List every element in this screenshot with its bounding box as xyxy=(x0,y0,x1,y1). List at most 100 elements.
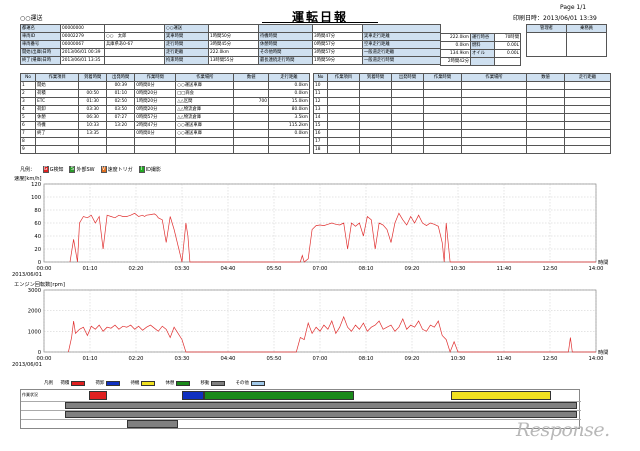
work-cell xyxy=(267,145,311,154)
x-tick-label: 12:50 xyxy=(543,356,558,362)
info-label: 走行距離 xyxy=(164,48,209,57)
work-cell: △△物流倉庫 xyxy=(175,105,235,114)
work-cell xyxy=(359,121,392,130)
info-value xyxy=(104,56,165,65)
info-label: 休憩時間 xyxy=(258,40,313,49)
info-label: 開始(出庫)日時 xyxy=(20,48,61,57)
work-cell: 終了 xyxy=(35,129,80,138)
work-row: 12 xyxy=(313,97,611,106)
work-cell: 待機 xyxy=(35,121,80,130)
work-cell: 0.0km xyxy=(267,89,311,98)
work-cell xyxy=(423,81,462,90)
activity-legend-item-label: 移動 xyxy=(200,381,210,386)
x-tick-label: 09:20 xyxy=(405,356,420,362)
work-cell xyxy=(391,129,424,138)
work-cell xyxy=(391,145,424,154)
work-cell: 02:50 xyxy=(106,97,136,106)
work-cell xyxy=(526,137,565,146)
work-cell: 03:30 xyxy=(78,105,108,114)
x-tick-label: 09:20 xyxy=(405,266,420,272)
activity-legend-swatch-icon xyxy=(250,380,265,386)
x-tick-label: 03:30 xyxy=(175,266,190,272)
summary-label: オイル xyxy=(470,49,495,58)
work-header-cell: No xyxy=(313,73,328,82)
x-tick-label: 08:10 xyxy=(359,266,374,272)
work-cell: 3.5km xyxy=(267,113,311,122)
work-cell xyxy=(327,97,360,106)
work-cell: 00:50 xyxy=(78,89,108,98)
work-cell xyxy=(526,113,565,122)
work-cell: 06:30 xyxy=(78,113,108,122)
work-cell xyxy=(78,145,108,154)
work-cell xyxy=(233,81,269,90)
work-cell: 11 xyxy=(313,89,328,98)
info-row: 終了(帰庫)日時 2013/06/01 13:35 拘束時間 13時間55分 最長連続走… xyxy=(20,56,441,65)
work-cell: 15 xyxy=(313,121,328,130)
activity-legend-item-label: 荷卸 xyxy=(95,381,105,386)
info-value: 兵庫県あ0-67 xyxy=(104,40,165,49)
summary-value xyxy=(494,57,521,66)
legend-swatch-icon: V xyxy=(100,166,107,173)
info-value: ○○ 太郎 xyxy=(104,32,165,41)
work-cell: 01:30 xyxy=(78,97,108,106)
y-tick-label: 120 xyxy=(31,182,41,188)
legend-item-label: 外部SW xyxy=(76,167,95,173)
work-cell xyxy=(526,105,565,114)
work-cell xyxy=(461,145,527,154)
work-cell: 休憩 xyxy=(35,113,80,122)
activity-legend-item-label: その他 xyxy=(235,381,249,386)
work-header-cell: 作業場所 xyxy=(461,73,527,82)
work-cell xyxy=(564,137,611,146)
work-cell xyxy=(461,97,527,106)
work-cell xyxy=(461,137,527,146)
work-cell: 115.2km xyxy=(267,121,311,130)
work-cell xyxy=(526,89,565,98)
work-cell xyxy=(423,145,462,154)
activity-legend-swatch-icon xyxy=(141,380,156,386)
work-cell xyxy=(359,97,392,106)
work-cell: 10 xyxy=(313,81,328,90)
work-cell xyxy=(423,129,462,138)
work-cell xyxy=(391,113,424,122)
work-cell xyxy=(391,97,424,106)
info-value: 0時間57分 xyxy=(312,40,363,49)
work-cell: 5 xyxy=(19,113,37,122)
work-cell: 1時間20分 xyxy=(134,97,177,106)
info-label: 拘束時間 xyxy=(164,56,209,65)
info-label: 一般道走行距離 xyxy=(362,48,441,57)
summary-row: 0.0km 燃料 0.00L xyxy=(440,41,521,50)
work-cell xyxy=(359,113,392,122)
work-cell xyxy=(327,105,360,114)
x-tick-label: 02:20 xyxy=(129,266,144,272)
approval-box: 管理者 乗務員 xyxy=(526,24,607,57)
work-cell xyxy=(526,81,565,90)
work-cell xyxy=(564,89,611,98)
legend-item-label: 速度トリガ xyxy=(107,167,133,173)
work-header-cell: 到着時間 xyxy=(359,73,392,82)
timeline-row-label: 作業状況 xyxy=(22,392,38,397)
work-cell xyxy=(359,129,392,138)
work-cell xyxy=(564,145,611,154)
x-tick-label: 07:00 xyxy=(313,266,328,272)
work-cell xyxy=(461,89,527,98)
y-tick-label: 3000 xyxy=(28,288,41,294)
work-cell: △△区間 xyxy=(175,97,235,106)
work-cell xyxy=(233,105,269,114)
vehicle-summary-table: 222.0km 運行時谷 70時間 0.0km 燃料 0.00L 134.9km オイル 0.0… xyxy=(440,33,521,66)
work-cell xyxy=(359,89,392,98)
activity-legend-swatch-icon xyxy=(211,380,226,386)
work-cell: 8 xyxy=(19,137,37,146)
timeline-bar xyxy=(450,391,552,400)
info-row: 車両番号 00000067 兵庫県あ0-67 走行時間 3時間45分 休憩時間 0時間57分… xyxy=(20,40,441,49)
work-cell: □□商会 xyxy=(175,89,235,98)
work-header-cell: 出発時間 xyxy=(106,73,136,82)
work-cell xyxy=(267,137,311,146)
work-cell xyxy=(423,105,462,114)
summary-row: 2時間42分 xyxy=(440,57,521,66)
info-label: 実車時間 xyxy=(164,32,209,41)
info-label xyxy=(258,24,313,33)
work-cell xyxy=(391,89,424,98)
work-cell xyxy=(423,121,462,130)
summary-value: 2時間42分 xyxy=(440,57,471,66)
summary-label xyxy=(470,57,495,66)
